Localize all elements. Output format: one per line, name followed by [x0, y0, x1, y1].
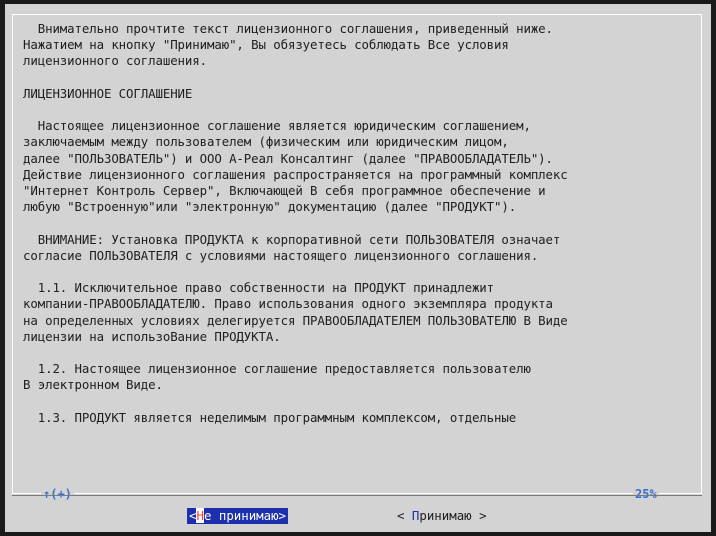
license-text: Внимательно прочтите текст лицензионного… — [23, 21, 693, 426]
license-line: ВНИМАНИЕ: Установка ПРОДУКТА к корпорати… — [23, 231, 561, 247]
license-line: В электронном Виде. — [23, 377, 163, 393]
license-line: на определенных условиях делегируется ПР… — [23, 312, 568, 328]
license-dialog: Внимательно прочтите текст лицензионного… — [5, 4, 711, 532]
accept-suffix: > — [471, 508, 487, 523]
decline-hotkey: Н — [196, 508, 204, 523]
scroll-percent: 25% — [633, 487, 659, 501]
license-line: Нажатием на кнопку "Принимаю", Вы обязуе… — [23, 37, 509, 53]
license-line — [23, 102, 693, 118]
accept-button[interactable]: < Принимаю > — [397, 508, 487, 524]
license-line — [23, 345, 693, 361]
license-line: Внимательно прочтите текст лицензионного… — [23, 21, 553, 36]
license-line — [23, 215, 693, 231]
license-line: далее "ПОЛЬЗОВАТЕЛЬ") и ООО А-Реал Конса… — [23, 150, 553, 166]
license-line: лицензионного соглашения. — [23, 53, 207, 69]
license-line: заключаемым между пользователем (физичес… — [23, 134, 509, 150]
license-line: 1.2. Настоящее лицензионное соглашение п… — [23, 361, 531, 377]
license-line: согласие ПОЛЬЗОВАТЕЛЯ с условиями настоя… — [23, 247, 539, 263]
license-line: Настоящее лицензионное соглашение являет… — [23, 118, 531, 134]
license-line: компании-ПРАВООБЛАДАТЕЛЮ. Право использо… — [23, 296, 553, 312]
license-line — [23, 394, 693, 410]
accept-label: ринимаю — [419, 508, 472, 523]
decline-label: е принимаю — [203, 508, 279, 523]
divider — [12, 495, 702, 496]
license-line — [23, 264, 693, 280]
license-line: 1.1. Исключительное право собственности … — [23, 280, 495, 296]
license-line: ЛИЦЕНЗИОННОЕ СОГЛАШЕНИЕ — [23, 85, 193, 101]
license-line: лицензии на использоВание ПРОДУКТА. — [23, 328, 281, 344]
license-text-box[interactable]: Внимательно прочтите текст лицензионного… — [12, 14, 702, 494]
scroll-up-indicator: ↑(+) — [41, 487, 74, 501]
license-line — [23, 70, 693, 86]
license-line: "Интернет Контроль Сервер", Включающей В… — [23, 183, 546, 199]
decline-button[interactable]: <Не принимаю> — [187, 508, 289, 524]
license-line: любую "Встроенную"или "электронную" доку… — [23, 199, 517, 215]
license-line: Действие лицензионного соглашения распро… — [23, 166, 568, 182]
accept-prefix: < — [397, 508, 412, 523]
license-line: 1.3. ПРОДУКТ является неделимым программ… — [23, 409, 517, 425]
decline-suffix: > — [278, 508, 287, 523]
